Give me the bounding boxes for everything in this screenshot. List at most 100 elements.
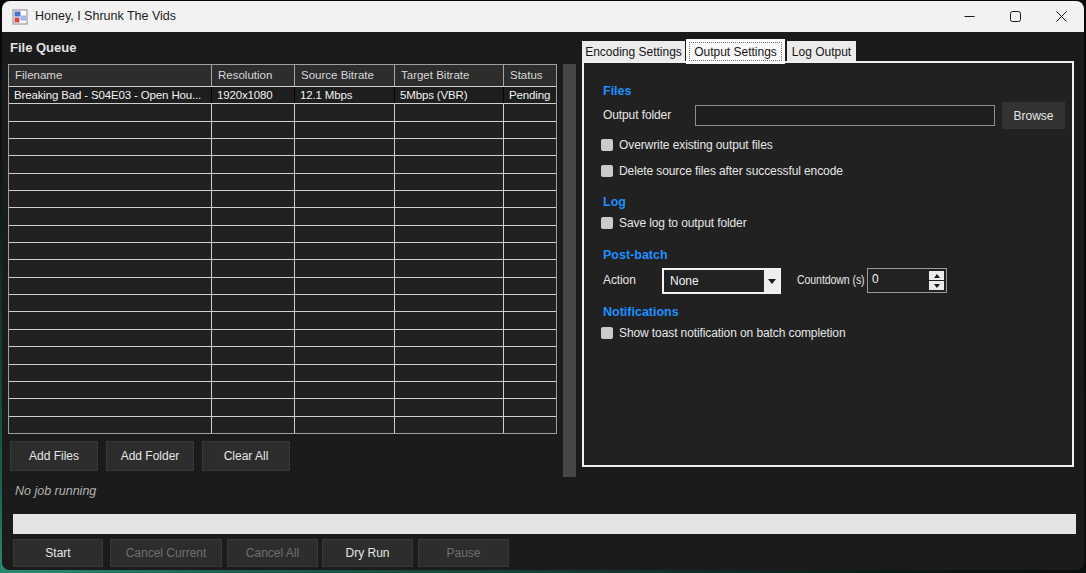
save-log-checkbox-label: Save log to output folder: [619, 216, 747, 230]
title-bar: Honey, I Shrunk The Vids: [2, 1, 1084, 32]
table-empty-row: [9, 260, 556, 277]
empty-cell: [9, 312, 212, 328]
empty-cell: [395, 104, 504, 120]
empty-cell: [504, 156, 556, 172]
maximize-button[interactable]: [992, 1, 1038, 32]
delete-source-checkbox[interactable]: [601, 165, 613, 177]
empty-cell: [212, 208, 295, 224]
empty-cell: [295, 208, 395, 224]
table-empty-row: [9, 226, 556, 243]
empty-cell: [295, 122, 395, 138]
empty-cell: [295, 191, 395, 207]
clear-all-button[interactable]: Clear All: [202, 441, 290, 471]
empty-cell: [295, 330, 395, 346]
table-empty-row: [9, 399, 556, 416]
overwrite-checkbox-label: Overwrite existing output files: [619, 138, 773, 152]
empty-cell: [295, 243, 395, 259]
add-folder-button[interactable]: Add Folder: [106, 441, 194, 471]
empty-cell: [504, 330, 556, 346]
toast-checkbox[interactable]: [601, 327, 613, 339]
cancel-all-button[interactable]: Cancel All: [227, 539, 318, 567]
empty-cell: [504, 122, 556, 138]
empty-cell: [212, 399, 295, 415]
action-dropdown-value: None: [670, 270, 699, 292]
empty-cell: [295, 312, 395, 328]
empty-cell: [9, 122, 212, 138]
table-row[interactable]: Breaking Bad - S04E03 - Open Hou... 1920…: [9, 87, 556, 104]
stepper-up-icon[interactable]: [929, 271, 944, 280]
browse-button[interactable]: Browse: [1002, 102, 1065, 129]
progress-bar: [13, 514, 1076, 534]
column-header-status[interactable]: Status: [504, 65, 556, 86]
output-settings-panel: Files Output folder Browse Overwrite exi…: [582, 61, 1074, 467]
stepper-down-icon[interactable]: [929, 281, 944, 290]
empty-cell: [395, 330, 504, 346]
start-button[interactable]: Start: [13, 539, 103, 567]
empty-cell: [212, 330, 295, 346]
empty-cell: [395, 260, 504, 276]
table-empty-row: [9, 243, 556, 260]
empty-cell: [504, 278, 556, 294]
empty-cell: [504, 104, 556, 120]
column-header-resolution[interactable]: Resolution: [212, 65, 295, 86]
dropdown-arrow-icon[interactable]: [763, 270, 779, 292]
empty-cell: [9, 104, 212, 120]
delete-source-checkbox-row[interactable]: Delete source files after successful enc…: [601, 164, 843, 178]
empty-cell: [9, 139, 212, 155]
pause-button[interactable]: Pause: [418, 539, 509, 567]
empty-cell: [9, 243, 212, 259]
empty-cell: [212, 243, 295, 259]
empty-cell: [212, 417, 295, 433]
column-header-filename[interactable]: Filename: [9, 65, 212, 86]
countdown-value: 0: [872, 272, 879, 286]
overwrite-checkbox[interactable]: [601, 139, 613, 151]
empty-cell: [295, 104, 395, 120]
column-header-target-bitrate[interactable]: Target Bitrate: [395, 65, 504, 86]
tab-encoding-settings[interactable]: Encoding Settings: [582, 41, 685, 62]
overwrite-checkbox-row[interactable]: Overwrite existing output files: [601, 138, 773, 152]
tab-focus-rect: [689, 42, 782, 61]
empty-cell: [504, 139, 556, 155]
dry-run-button[interactable]: Dry Run: [322, 539, 413, 567]
empty-cell: [295, 382, 395, 398]
cancel-current-button[interactable]: Cancel Current: [110, 539, 222, 567]
empty-cell: [212, 295, 295, 311]
empty-cell: [212, 382, 295, 398]
toast-checkbox-row[interactable]: Show toast notification on batch complet…: [601, 326, 846, 340]
output-folder-input[interactable]: [695, 105, 995, 126]
close-button[interactable]: [1038, 1, 1084, 32]
empty-cell: [9, 365, 212, 381]
cell-filename: Breaking Bad - S04E03 - Open Hou...: [9, 87, 212, 103]
empty-cell: [395, 312, 504, 328]
empty-cell: [395, 208, 504, 224]
toast-checkbox-label: Show toast notification on batch complet…: [619, 326, 846, 340]
empty-cell: [395, 243, 504, 259]
action-dropdown[interactable]: None: [662, 268, 781, 294]
empty-cell: [395, 417, 504, 433]
close-icon: [1056, 11, 1067, 22]
app-icon: [12, 9, 28, 25]
table-empty-row: [9, 208, 556, 225]
delete-source-checkbox-label: Delete source files after successful enc…: [619, 164, 843, 178]
countdown-stepper[interactable]: 0: [867, 268, 947, 293]
table-scrollbar[interactable]: [563, 64, 576, 477]
add-files-button[interactable]: Add Files: [10, 441, 98, 471]
table-empty-row: [9, 365, 556, 382]
empty-cell: [9, 399, 212, 415]
tab-output-settings[interactable]: Output Settings: [686, 39, 785, 64]
empty-cell: [504, 295, 556, 311]
tab-log-output[interactable]: Log Output: [787, 41, 856, 62]
save-log-checkbox[interactable]: [601, 217, 613, 229]
action-label: Action: [603, 273, 636, 287]
table-empty-row: [9, 122, 556, 139]
empty-cell: [9, 382, 212, 398]
app-window: Honey, I Shrunk The Vids File Queue File…: [2, 1, 1084, 570]
save-log-checkbox-row[interactable]: Save log to output folder: [601, 216, 747, 230]
empty-cell: [9, 191, 212, 207]
table-empty-row: [9, 278, 556, 295]
table-empty-row: [9, 139, 556, 156]
column-header-source-bitrate[interactable]: Source Bitrate: [295, 65, 395, 86]
empty-cell: [504, 417, 556, 433]
main-area: File Queue Filename Resolution Source Bi…: [2, 32, 1084, 570]
minimize-button[interactable]: [946, 1, 992, 32]
